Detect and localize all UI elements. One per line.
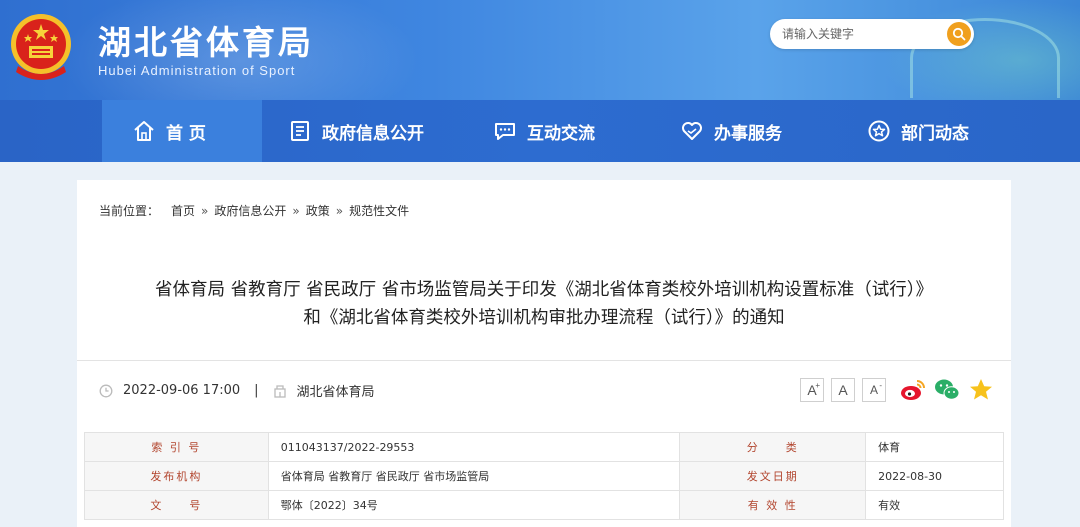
meta-separator: | [254, 383, 259, 398]
organization-icon [273, 384, 286, 398]
table-value: 有效 [865, 490, 1004, 520]
table-row: 文 号 鄂体〔2022〕34号 有 效 性 有效 [84, 490, 1004, 520]
star-circle-icon [868, 120, 890, 142]
table-value: 省体育局 省教育厅 省民政厅 省市场监管局 [267, 461, 681, 491]
search-box [770, 19, 974, 49]
table-value: 2022-08-30 [865, 461, 1004, 491]
table-row: 索 引 号 011043137/2022-29553 分 类 体育 [84, 432, 1004, 462]
nav-item-label: 首 页 [166, 123, 206, 144]
favorite-star-icon[interactable] [967, 376, 995, 404]
nav-item-home[interactable]: 首 页 [102, 100, 262, 162]
site-title[interactable]: 湖北省体育局 [98, 16, 314, 64]
divider [77, 360, 1011, 361]
breadcrumb-separator: » [335, 203, 344, 218]
nav-item-label: 互动交流 [527, 123, 595, 144]
table-value: 011043137/2022-29553 [267, 432, 681, 462]
breadcrumb-item-home[interactable]: 首页 [171, 202, 195, 219]
home-icon [134, 121, 154, 141]
site-header: 湖北省体育局 Hubei Administration of Sport [0, 0, 1080, 100]
document-source: 湖北省体育局 [296, 385, 375, 400]
nav-item-label: 政府信息公开 [322, 123, 424, 144]
search-input[interactable] [782, 24, 942, 44]
table-key: 发布机构 [84, 461, 269, 491]
breadcrumb-item-normative-docs[interactable]: 规范性文件 [349, 202, 409, 219]
table-value: 体育 [865, 432, 1004, 462]
search-icon [952, 27, 966, 41]
nav-item-department-news[interactable]: 部门动态 [867, 100, 1027, 162]
breadcrumb-separator: » [292, 203, 300, 218]
document-title-line: 和《湖北省体育类校外培训机构审批办理流程（试行）》的通知 [303, 308, 785, 328]
document-info-table: 索 引 号 011043137/2022-29553 分 类 体育 发布机构 省… [84, 432, 1004, 520]
breadcrumb-separator: » [201, 203, 209, 218]
breadcrumb-item-gov-info[interactable]: 政府信息公开 [214, 202, 286, 219]
table-value: 鄂体〔2022〕34号 [267, 490, 681, 520]
weibo-icon[interactable] [899, 376, 927, 404]
nav-item-label: 办事服务 [714, 123, 782, 144]
font-small-label: A [869, 383, 878, 397]
table-key: 文 号 [84, 490, 269, 520]
table-key: 分 类 [679, 432, 867, 462]
document-title-line: 省体育局 省教育厅 省民政厅 省市场监管局关于印发《湖北省体育类校外培训机构设置… [155, 280, 933, 300]
table-row: 发布机构 省体育局 省教育厅 省民政厅 省市场监管局 发文日期 2022-08-… [84, 461, 1004, 491]
publish-datetime: 2022-09-06 17:00 [123, 383, 241, 398]
font-size-large-button[interactable]: A + [800, 378, 824, 402]
clock-icon [99, 384, 113, 397]
content-card: 当前位置： 首页 » 政府信息公开 » 政策 » 规范性文件 省体育局 省教育厅… [77, 180, 1011, 527]
font-size-medium-button[interactable]: A [831, 378, 855, 402]
chat-icon [495, 123, 515, 140]
national-emblem-icon[interactable] [8, 10, 74, 84]
font-medium-label: A [838, 382, 848, 398]
table-key: 索 引 号 [84, 432, 269, 462]
nav-item-gov-info[interactable]: 政府信息公开 [288, 100, 468, 162]
article-tools: A + A A- [800, 376, 995, 404]
table-key: 发文日期 [679, 461, 867, 491]
document-meta: 2022-09-06 17:00 | 湖北省体育局 [99, 381, 375, 400]
table-key: 有 效 性 [679, 490, 867, 520]
wechat-icon[interactable] [933, 376, 961, 404]
nav-item-label: 部门动态 [901, 123, 969, 144]
breadcrumb-prefix: 当前位置： [99, 204, 160, 218]
document-icon [291, 121, 309, 141]
search-button[interactable] [947, 22, 971, 46]
nav-item-services[interactable]: 办事服务 [680, 100, 840, 162]
main-nav: 首 页 政府信息公开 互动交流 办事服务 部门动态 [0, 100, 1080, 162]
heart-hand-icon [682, 122, 702, 140]
nav-item-interaction[interactable]: 互动交流 [493, 100, 653, 162]
font-size-small-button[interactable]: A- [862, 378, 886, 402]
breadcrumb: 当前位置： 首页 » 政府信息公开 » 政策 » 规范性文件 [99, 202, 415, 219]
document-title: 省体育局 省教育厅 省民政厅 省市场监管局关于印发《湖北省体育类校外培训机构设置… [77, 276, 1011, 332]
breadcrumb-item-policy[interactable]: 政策 [306, 202, 330, 219]
site-subtitle: Hubei Administration of Sport [98, 63, 296, 78]
